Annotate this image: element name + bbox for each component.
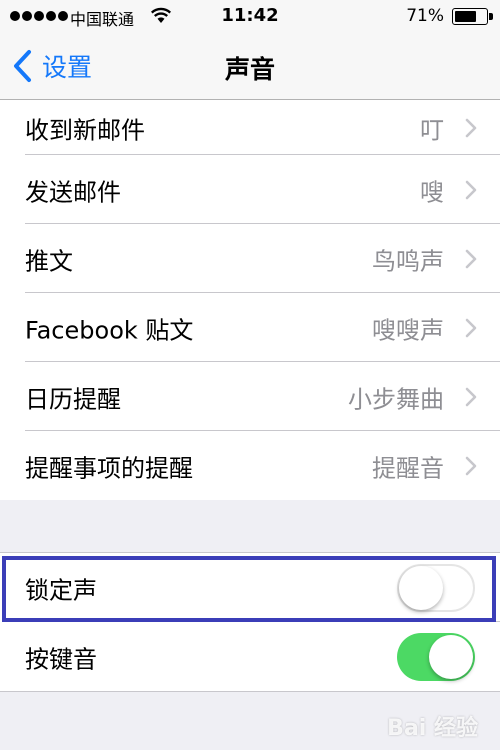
- sound-row-tweet[interactable]: 推文 鸟鸣声: [0, 224, 500, 293]
- row-value: 叮: [420, 116, 444, 144]
- row-label: 发送邮件: [25, 178, 121, 206]
- page-title: 声音: [224, 55, 275, 84]
- row-value: 鸟鸣声: [372, 247, 444, 275]
- sound-row-new-mail[interactable]: 收到新邮件 叮: [0, 100, 500, 155]
- row-value: 小步舞曲: [348, 385, 444, 413]
- navigation-bar: 设置 声音: [0, 34, 500, 100]
- chevron-right-icon: [465, 249, 477, 268]
- row-label: 锁定声: [25, 576, 97, 604]
- row-label: 推文: [25, 247, 73, 275]
- watermark-logo: Bai 经验: [387, 716, 478, 741]
- chevron-right-icon: [465, 180, 477, 199]
- row-value: 嗖: [420, 178, 444, 206]
- status-bar: 中国联通 11:42 71%: [0, 0, 500, 34]
- chevron-right-icon: [465, 456, 477, 475]
- sound-settings-list: 收到新邮件 叮 发送邮件 嗖 推文 鸟鸣声 Facebook 贴文 嗖嗖声 日历…: [0, 100, 500, 500]
- toggle-row-keyboard-clicks: 按键音: [0, 622, 500, 691]
- row-value: 嗖嗖声: [372, 316, 444, 344]
- row-value: 提醒音: [372, 454, 444, 482]
- sound-row-calendar-alert[interactable]: 日历提醒 小步舞曲: [0, 362, 500, 431]
- lock-sound-toggle[interactable]: [397, 563, 475, 612]
- chevron-right-icon: [465, 318, 477, 337]
- toggle-settings-list: 锁定声 按键音: [0, 552, 500, 692]
- sound-row-reminder-alert[interactable]: 提醒事项的提醒 提醒音: [0, 431, 500, 500]
- keyboard-clicks-toggle[interactable]: [397, 632, 475, 681]
- row-label: 按键音: [25, 645, 97, 673]
- battery-icon: [452, 8, 488, 25]
- row-label: 提醒事项的提醒: [25, 454, 193, 482]
- toggle-knob: [399, 565, 443, 610]
- toggle-row-lock-sound: 锁定声: [0, 553, 500, 622]
- row-label: 收到新邮件: [25, 116, 145, 144]
- sound-row-sent-mail[interactable]: 发送邮件 嗖: [0, 155, 500, 224]
- row-label: 日历提醒: [25, 385, 121, 413]
- chevron-right-icon: [465, 118, 477, 137]
- toggle-knob: [429, 634, 473, 679]
- chevron-right-icon: [465, 387, 477, 406]
- sound-row-facebook-post[interactable]: Facebook 贴文 嗖嗖声: [0, 293, 500, 362]
- row-label: Facebook 贴文: [25, 316, 194, 344]
- battery-percent: 71%: [406, 6, 444, 26]
- battery-tip: [489, 13, 493, 20]
- battery-level-fill: [455, 11, 476, 22]
